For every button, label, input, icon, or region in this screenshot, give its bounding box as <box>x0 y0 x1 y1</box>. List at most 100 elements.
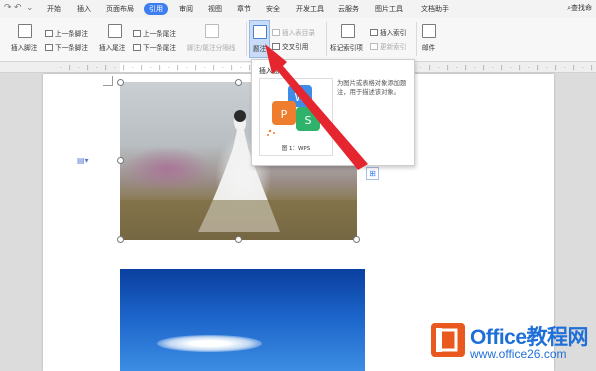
caption-button[interactable]: 题注 <box>249 20 270 58</box>
cross-reference-button[interactable]: 交叉引用 <box>272 41 308 51</box>
prev-footnote-button[interactable]: 上一条脚注 <box>45 28 88 38</box>
office-logo <box>431 323 465 357</box>
ruler-tick: | <box>159 65 161 71</box>
ruler-tick: · <box>222 65 224 71</box>
ruler-tick: · <box>564 65 566 71</box>
ruler-tick: | <box>213 65 215 71</box>
paragraph-layout-icon[interactable]: ▤▾ <box>77 156 89 165</box>
next-footnote-icon <box>45 44 53 51</box>
ruler-tick: | <box>141 65 143 71</box>
insert-endnote-button[interactable]: 插入尾注 <box>99 42 125 52</box>
insert-footnote-button[interactable]: 插入脚注 <box>11 42 37 52</box>
ruler-tick: | <box>555 65 557 71</box>
search-command[interactable]: ⌕查找命 <box>567 3 592 13</box>
tab-developer-tools[interactable]: 开发工具 <box>296 4 324 14</box>
svg-text:P: P <box>281 108 288 121</box>
tooltip-title: 插入题注 <box>259 67 287 75</box>
ruler-tick: · <box>492 65 494 71</box>
ruler-tick: · <box>456 65 458 71</box>
tab-picture-tools[interactable]: 图片工具 <box>375 4 403 14</box>
tab-review[interactable]: 审阅 <box>179 4 193 14</box>
tab-chapter[interactable]: 章节 <box>237 4 251 14</box>
customize-quick-access-icon[interactable]: ⌄ <box>26 3 34 13</box>
update-index-button[interactable]: 更新索引 <box>370 41 406 51</box>
ruler-tick: · <box>528 65 530 71</box>
resize-handle-left[interactable] <box>117 157 124 164</box>
tooltip-description: 为图片或表格对象添加题注，用于描述该对象。 <box>337 80 407 96</box>
ribbon-toolbar: 插入脚注 上一条脚注 下一条脚注 插入尾注 上一条尾注 下一条尾注 脚注/尾注分… <box>0 18 596 62</box>
margin-corner-mark <box>103 76 113 86</box>
ribbon-divider <box>246 22 247 56</box>
ruler-tick: | <box>483 65 485 71</box>
prev-endnote-icon <box>133 30 141 37</box>
photo-blue-sky[interactable] <box>120 269 365 371</box>
insert-index-icon <box>370 29 378 36</box>
resize-handle-bottom-left[interactable] <box>117 236 124 243</box>
insert-index-button[interactable]: 插入索引 <box>370 27 406 37</box>
redo-icon[interactable]: ↷ <box>4 3 12 13</box>
next-endnote-icon <box>133 44 141 51</box>
caption-tooltip: 插入题注 W P S 图 1：WPS 为图片或表格对象添加题注，用于描述该对象。 <box>251 59 415 166</box>
table-of-figures-icon <box>272 29 280 36</box>
tab-references[interactable]: 引用 <box>144 3 168 15</box>
prev-footnote-icon <box>45 30 53 37</box>
ruler-tick: | <box>429 65 431 71</box>
prev-endnote-button[interactable]: 上一条尾注 <box>133 28 176 38</box>
svg-text:S: S <box>305 114 312 127</box>
tab-cloud-service[interactable]: 云服务 <box>338 4 359 14</box>
mail-icon <box>422 24 436 38</box>
insert-index-label: 插入索引 <box>380 29 407 37</box>
mark-index-icon <box>341 24 355 38</box>
ruler-tick: | <box>105 65 107 71</box>
insert-table-of-figures-button[interactable]: 插入表目录 <box>272 27 315 37</box>
ribbon-divider <box>326 22 327 56</box>
resize-handle-top[interactable] <box>235 79 242 86</box>
wrap-text-icon: ⊞ <box>369 169 376 178</box>
resize-handle-bottom-right[interactable] <box>353 236 360 243</box>
ruler-tick: | <box>69 65 71 71</box>
endnote-icon <box>108 24 122 38</box>
footnote-icon <box>18 24 32 38</box>
tab-security[interactable]: 安全 <box>266 4 280 14</box>
tab-page-layout[interactable]: 页面布局 <box>106 4 134 14</box>
search-label: 查找命 <box>571 4 592 12</box>
resize-handle-top-left[interactable] <box>117 79 124 86</box>
tab-home[interactable]: 开始 <box>47 4 61 14</box>
ruler-tick: | <box>87 65 89 71</box>
ruler-tick: | <box>537 65 539 71</box>
ruler-tick: · <box>582 65 584 71</box>
resize-handle-bottom[interactable] <box>235 236 242 243</box>
caption-label: 题注 <box>253 45 267 53</box>
cross-reference-label: 交叉引用 <box>282 43 309 51</box>
ruler-tick: · <box>96 65 98 71</box>
tooltip-caption-sample: 图 1：WPS <box>281 146 311 152</box>
layout-options-button[interactable]: ⊞ <box>366 167 379 180</box>
ruler-tick: · <box>240 65 242 71</box>
next-endnote-button[interactable]: 下一条尾注 <box>133 42 176 52</box>
ruler-tick: · <box>78 65 80 71</box>
tab-insert[interactable]: 插入 <box>77 4 91 14</box>
undo-icon[interactable]: ↶ <box>14 3 22 13</box>
ruler-tick: · <box>510 65 512 71</box>
footnote-separator-button[interactable]: 脚注/尾注分隔线 <box>187 42 235 52</box>
ruler-tick: | <box>465 65 467 71</box>
next-footnote-button[interactable]: 下一条脚注 <box>45 42 88 52</box>
prev-footnote-label: 上一条脚注 <box>55 30 88 38</box>
ruler-tick: · <box>546 65 548 71</box>
tab-document-assistant[interactable]: 文档助手 <box>421 4 449 14</box>
ruler-tick: · <box>150 65 152 71</box>
caption-icon <box>253 25 267 39</box>
ruler-tick: | <box>501 65 503 71</box>
update-index-icon <box>370 43 378 50</box>
ruler-tick: | <box>195 65 197 71</box>
ruler-tick: · <box>474 65 476 71</box>
mail-button[interactable]: 邮件 <box>422 42 435 52</box>
svg-text:W: W <box>295 91 306 104</box>
ruler-tick: | <box>573 65 575 71</box>
cloud-shape <box>157 335 262 352</box>
ruler-tick: | <box>177 65 179 71</box>
mark-index-entry-button[interactable]: 标记索引项 <box>330 42 363 52</box>
separator-icon <box>205 24 219 38</box>
ruler-tick: · <box>438 65 440 71</box>
tab-view[interactable]: 视图 <box>208 4 222 14</box>
